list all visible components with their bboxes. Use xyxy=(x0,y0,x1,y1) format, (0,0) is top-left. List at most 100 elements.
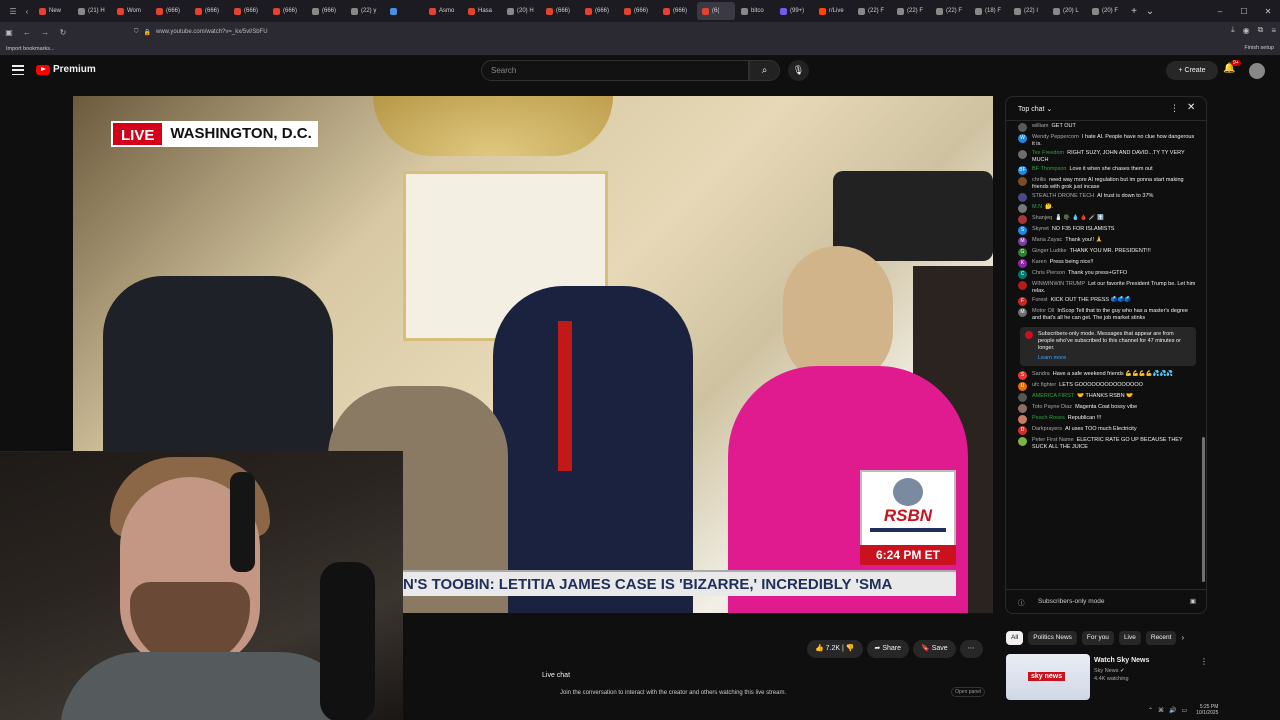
recommended-more-icon[interactable]: ⋮ xyxy=(1200,657,1208,666)
chat-message[interactable]: Peach Roses Republican !!! xyxy=(1006,414,1206,425)
chat-author-name[interactable]: Forest xyxy=(1032,297,1048,303)
browser-tab[interactable]: Hasa xyxy=(463,2,501,20)
chat-message[interactable]: C Chris Pierson Thank you press+GTFO xyxy=(1006,269,1206,280)
more-actions-button[interactable]: ⋯ xyxy=(959,640,983,658)
browser-tab[interactable]: (20) F xyxy=(1087,2,1125,20)
recommended-video[interactable]: sky news Watch Sky News Sky News ✔ 4.4K … xyxy=(1006,654,1208,704)
chat-author-name[interactable]: Skynet xyxy=(1032,226,1049,232)
chat-author-avatar[interactable]: G xyxy=(1018,248,1027,257)
browser-tab[interactable]: Asmo xyxy=(424,2,462,20)
learn-more-link[interactable]: Learn more xyxy=(1038,355,1190,362)
chat-author-avatar[interactable]: W xyxy=(1018,134,1027,143)
browser-tab[interactable]: (666) xyxy=(580,2,618,20)
browser-tab[interactable]: (20) H xyxy=(502,2,540,20)
chat-message[interactable]: Tex Freedom RIGHT SUZY, JOHN AND DAVID...… xyxy=(1006,149,1206,165)
chat-author-avatar[interactable]: S xyxy=(1018,226,1027,235)
chat-message[interactable]: STEALTH DRONE TECH AI trust is down to 37… xyxy=(1006,192,1206,203)
recommended-title[interactable]: Watch Sky News xyxy=(1094,657,1149,664)
forward-button[interactable]: → xyxy=(36,28,54,37)
browser-tab[interactable]: (20) L xyxy=(1048,2,1086,20)
chat-message[interactable]: Toto Payne Diaz Magenta Coat bossy vibe xyxy=(1006,403,1206,414)
tray-chevron-icon[interactable]: ⌃ xyxy=(1148,707,1153,714)
like-button[interactable]: 👍 7.2K | 👎 xyxy=(807,640,863,658)
chat-message[interactable]: chrilis need way more AI regulation but i… xyxy=(1006,176,1206,192)
chat-author-name[interactable]: STEALTH DRONE TECH xyxy=(1032,193,1094,199)
download-icon[interactable]: ⤓ xyxy=(1231,25,1235,35)
browser-tab[interactable]: (22) F xyxy=(853,2,891,20)
chat-message[interactable]: M Motor Oil InScop Tell that to the guy wh… xyxy=(1006,307,1206,323)
browser-tab[interactable]: (18) F xyxy=(970,2,1008,20)
tab-list-icon[interactable]: ☰ xyxy=(6,7,20,16)
finish-setup-link[interactable]: Finish setup xyxy=(1244,45,1274,51)
tab-list-chevron-icon[interactable]: ⌄ xyxy=(1142,6,1158,17)
chat-message[interactable]: Shanjeq 🧂 🪖 💧 🩸 🗡️ ⬆️ xyxy=(1006,214,1206,225)
address-bar[interactable]: ⛉ 🔒 www.youtube.com/watch?v=_kx/5vl/SbFU xyxy=(134,25,1054,39)
url-text[interactable]: www.youtube.com/watch?v=_kx/5vl/SbFU xyxy=(156,29,268,35)
chat-author-name[interactable]: Chris Pierson xyxy=(1032,270,1065,276)
browser-tab[interactable]: bitco xyxy=(736,2,774,20)
hamburger-menu-icon[interactable] xyxy=(12,65,24,75)
chat-message[interactable]: M Maria Zayac Thank you!! 🙏 xyxy=(1006,236,1206,247)
browser-tab[interactable]: New xyxy=(34,2,72,20)
chat-author-avatar[interactable] xyxy=(1018,415,1027,424)
create-button[interactable]: + Create xyxy=(1166,61,1218,80)
chat-author-name[interactable]: M.N xyxy=(1032,204,1042,210)
chat-message[interactable]: D Darkprayers AI uses TOO much Electricity xyxy=(1006,425,1206,436)
user-avatar[interactable] xyxy=(1249,63,1265,79)
menu-icon[interactable]: ≡ xyxy=(1271,26,1276,35)
chat-more-icon[interactable]: ⋮ xyxy=(1170,103,1179,114)
close-icon[interactable]: ✕ xyxy=(1187,102,1195,113)
browser-tab[interactable]: (666) xyxy=(268,2,306,20)
chat-author-name[interactable]: Peter First Name xyxy=(1032,437,1074,443)
browser-tab[interactable]: (666) xyxy=(229,2,267,20)
browser-tab[interactable]: Wom xyxy=(112,2,150,20)
open-panel-button[interactable]: Open panel xyxy=(951,687,985,697)
shield-icon[interactable]: ⛉ xyxy=(134,29,139,36)
thumbs-down-icon[interactable]: 👎 xyxy=(846,645,855,652)
browser-tab[interactable]: (22) F xyxy=(892,2,930,20)
chat-message[interactable]: william GET OUT xyxy=(1006,122,1206,133)
chat-author-name[interactable]: chrilis xyxy=(1032,177,1046,183)
chip-politics-news[interactable]: Politics News xyxy=(1028,631,1077,645)
voice-search-button[interactable]: 🎙 xyxy=(788,60,809,81)
browser-tab[interactable]: (99+) xyxy=(775,2,813,20)
chat-message[interactable]: Peter First Name ELECTRIC RATE GO UP BECA… xyxy=(1006,436,1206,452)
browser-tab[interactable]: (22) F xyxy=(931,2,969,20)
chat-author-name[interactable]: Peach Roses xyxy=(1032,415,1065,421)
back-button[interactable]: ← xyxy=(18,28,36,37)
chat-author-name[interactable]: william xyxy=(1032,123,1049,129)
info-icon[interactable]: ⓘ xyxy=(1018,597,1025,607)
browser-tab[interactable]: (666) xyxy=(307,2,345,20)
chat-author-name[interactable]: Darkprayers xyxy=(1032,426,1062,432)
import-bookmarks-link[interactable]: Import bookmarks... xyxy=(6,46,55,52)
chat-author-name[interactable]: Wendy Peppercorn xyxy=(1032,134,1079,140)
chip-recent[interactable]: Recent xyxy=(1145,631,1177,645)
chat-message[interactable]: Uufc fighter LETS GOOOOOOOOOOOOOOO xyxy=(1006,381,1206,392)
chat-author-name[interactable]: ufc fighter xyxy=(1032,382,1056,388)
browser-tab[interactable]: (22) y xyxy=(346,2,384,20)
chat-author-avatar[interactable] xyxy=(1018,393,1027,402)
chat-author-avatar[interactable] xyxy=(1018,281,1027,290)
chat-author-name[interactable]: Tex Freedom xyxy=(1032,150,1064,156)
chat-author-avatar[interactable] xyxy=(1018,204,1027,213)
search-button[interactable]: ⌕ xyxy=(749,60,780,81)
browser-tab[interactable]: (666) xyxy=(151,2,189,20)
chat-author-avatar[interactable] xyxy=(1018,193,1027,202)
chat-author-avatar[interactable]: C xyxy=(1018,270,1027,279)
chat-message[interactable]: W Wendy Peppercorn I hate AI. People have … xyxy=(1006,133,1206,149)
chat-author-avatar[interactable] xyxy=(1018,404,1027,413)
chat-message[interactable]: AMERICA FIRST 🤝 THANKS RSBN 🤝 xyxy=(1006,392,1206,403)
chip-all[interactable]: All xyxy=(1006,631,1024,645)
chat-message[interactable]: M.N 🤔. xyxy=(1006,203,1206,214)
chat-author-avatar[interactable]: K xyxy=(1018,259,1027,268)
chat-author-avatar[interactable] xyxy=(1018,150,1027,159)
chat-author-avatar[interactable]: M xyxy=(1018,308,1027,317)
maximize-button[interactable]: ☐ xyxy=(1232,7,1256,16)
chat-author-avatar[interactable]: M xyxy=(1018,237,1027,246)
browser-tab[interactable]: (22) I xyxy=(1009,2,1047,20)
account-icon[interactable]: ◉ xyxy=(1243,26,1250,35)
lock-icon[interactable]: 🔒 xyxy=(144,29,151,36)
close-window-button[interactable]: ✕ xyxy=(1256,7,1280,16)
chat-message[interactable]: F Forest KICK OUT THE PRESS 🗳️🗳️🗳️ xyxy=(1006,296,1206,307)
browser-tab[interactable]: (666) xyxy=(541,2,579,20)
